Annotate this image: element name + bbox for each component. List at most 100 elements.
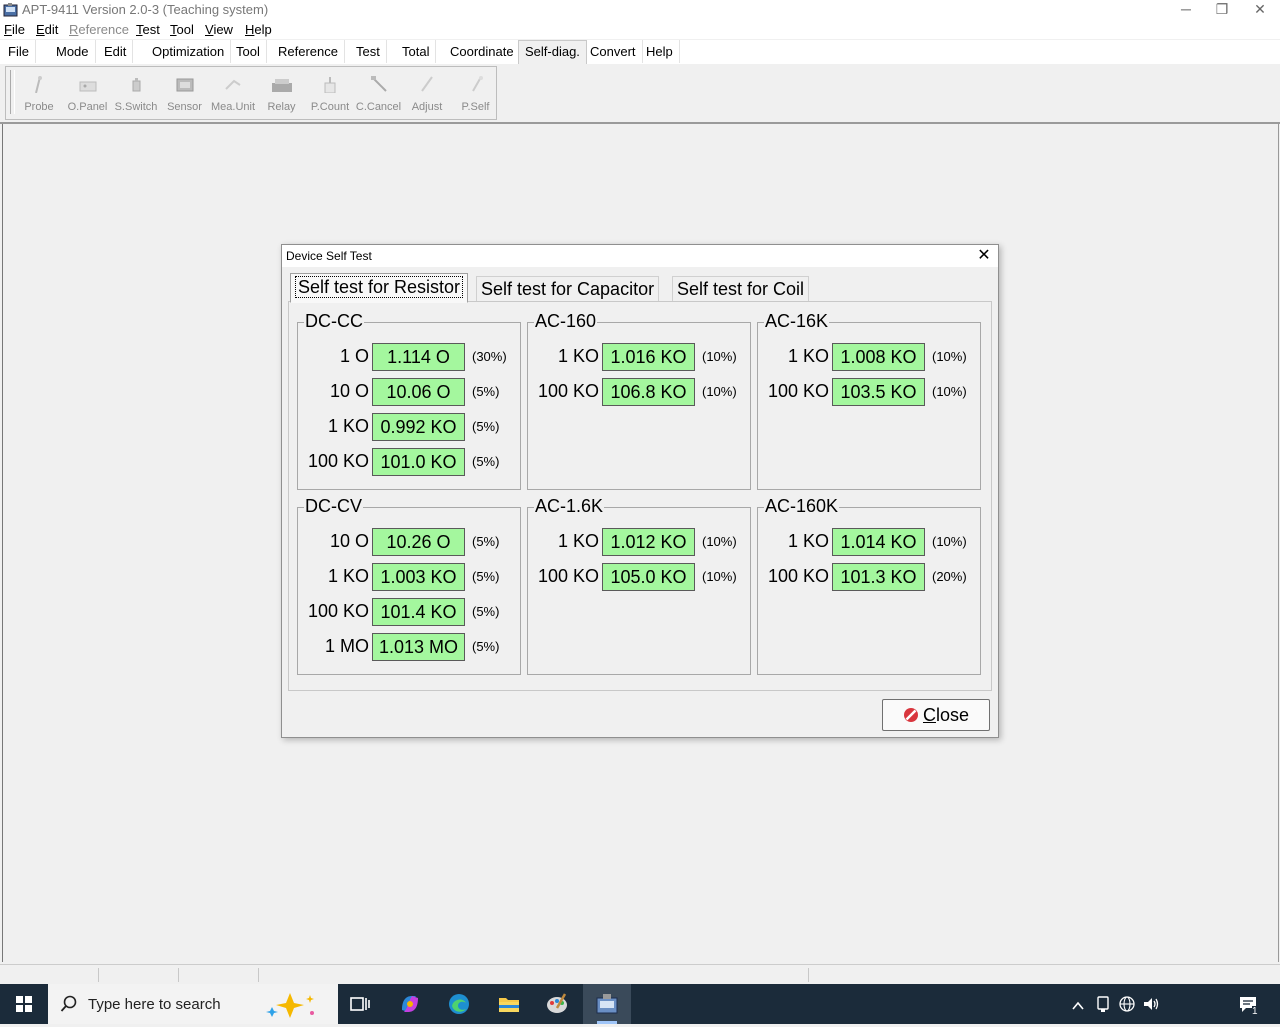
measured-value: 106.8 KO <box>602 378 695 406</box>
measurement-row: 1 KO 1.014 KO (10%) <box>758 528 980 556</box>
toolbar-label: O.Panel <box>67 101 108 113</box>
menu-view[interactable]: View <box>205 22 233 37</box>
measurement-row: 100 KO 101.4 KO (5%) <box>298 598 520 626</box>
measurement-row: 1 KO 0.992 KO (5%) <box>298 413 520 441</box>
tolerance-label: (10%) <box>702 349 737 364</box>
minimize-button[interactable]: ─ <box>1166 0 1206 20</box>
apt-app-taskbar-icon[interactable] <box>595 992 619 1016</box>
measured-value: 10.26 O <box>372 528 465 556</box>
measured-value: 1.016 KO <box>602 343 695 371</box>
toolbar-o-panel-button[interactable]: O.Panel <box>64 71 112 117</box>
measured-value: 103.5 KO <box>832 378 925 406</box>
measurement-row: 1 KO 1.016 KO (10%) <box>528 343 750 371</box>
relay-icon <box>271 79 292 92</box>
menu-file[interactable]: File <box>4 22 25 37</box>
nominal-label: 1 MO <box>324 636 369 656</box>
paint-app-icon[interactable] <box>545 992 569 1016</box>
measurement-row: 10 O 10.06 O (5%) <box>298 378 520 406</box>
measured-value: 105.0 KO <box>602 563 695 591</box>
toolbar-c-cancel-button[interactable]: C.Cancel <box>355 71 403 117</box>
ribbon-tab-reference[interactable]: Reference <box>272 40 345 63</box>
toolbar-s-switch-button[interactable]: S.Switch <box>112 71 160 117</box>
menu-tool[interactable]: Tool <box>170 22 194 37</box>
probe-count-icon <box>324 77 336 93</box>
measurement-row: 1 KO 1.003 KO (5%) <box>298 563 520 591</box>
toolbar-relay-button[interactable]: Relay <box>258 71 306 117</box>
toolbar-label: Adjust <box>411 101 443 113</box>
resistor-tab-panel: DC-CC 1 O 1.114 O (30%) 10 O 10.06 O (5%) 1 KO 0… <box>288 301 992 691</box>
toolbar-label: Sensor <box>167 101 202 113</box>
toolbar-adjust-button[interactable]: Adjust <box>403 71 451 117</box>
nominal-label: 1 O <box>339 346 369 366</box>
ribbon-tab-coordinate[interactable]: Coordinate <box>444 40 521 63</box>
measured-value: 1.114 O <box>372 343 465 371</box>
ribbon-tab-convert[interactable]: Convert <box>584 40 643 63</box>
ribbon-tab-optimization[interactable]: Optimization <box>146 40 232 63</box>
ribbon-tab-edit[interactable]: Edit <box>98 40 134 63</box>
copilot-icon[interactable] <box>398 992 422 1016</box>
restore-button[interactable]: ❐ <box>1202 0 1242 20</box>
nominal-label: 100 KO <box>537 381 599 401</box>
measured-value: 101.3 KO <box>832 563 925 591</box>
toolbar-label: Probe <box>24 101 54 113</box>
network-globe-icon[interactable] <box>1118 994 1136 1014</box>
ribbon-tab-total[interactable]: Total <box>396 40 437 63</box>
dialog-close-icon[interactable]: ✕ <box>974 246 994 266</box>
tab-coil[interactable]: Self test for Coil <box>672 276 810 301</box>
measurement-row: 1 KO 1.008 KO (10%) <box>758 343 980 371</box>
toolbar-p-self-button[interactable]: P.Self <box>452 71 500 117</box>
status-bar <box>0 964 1280 985</box>
ribbon-tab-test[interactable]: Test <box>350 40 387 63</box>
volume-icon[interactable] <box>1142 994 1160 1014</box>
toolbar-mea-unit-button[interactable]: Mea.Unit <box>209 71 257 117</box>
status-separator <box>98 968 99 982</box>
measured-value: 1.003 KO <box>372 563 465 591</box>
tolerance-label: (10%) <box>932 534 967 549</box>
ribbon-tab-help[interactable]: Help <box>640 40 680 63</box>
toolbar-probe-button[interactable]: Probe <box>15 71 63 117</box>
measured-value: 101.0 KO <box>372 448 465 476</box>
file-explorer-icon[interactable] <box>497 992 521 1016</box>
measurement-row: 1 MO 1.013 MO (5%) <box>298 633 520 661</box>
menu-reference[interactable]: Reference <box>69 22 129 37</box>
ribbon-tab-tool[interactable]: Tool <box>230 40 267 63</box>
measurement-row: 1 KO 1.012 KO (10%) <box>528 528 750 556</box>
ribbon-tab-file[interactable]: File <box>2 40 36 63</box>
tolerance-label: (5%) <box>472 569 500 584</box>
tolerance-label: (5%) <box>472 534 500 549</box>
sensor-icon <box>176 78 193 92</box>
menu-edit[interactable]: Edit <box>36 22 58 37</box>
search-icon <box>60 995 77 1012</box>
toolbar-p-count-button[interactable]: P.Count <box>306 71 354 117</box>
ribbon-tab-mode[interactable]: Mode <box>50 40 96 63</box>
tolerance-label: (10%) <box>702 384 737 399</box>
chevron-up-icon[interactable] <box>1070 996 1086 1016</box>
sparkle-icon <box>266 993 314 1018</box>
group-title: DC-CV <box>304 496 363 517</box>
tolerance-label: (30%) <box>472 349 507 364</box>
menu-test[interactable]: Test <box>136 22 160 37</box>
nominal-label: 100 KO <box>307 601 369 621</box>
nominal-label: 100 KO <box>537 566 599 586</box>
edge-browser-icon[interactable] <box>447 992 471 1016</box>
nominal-label: 1 KO <box>327 416 369 436</box>
group-title: DC-CC <box>304 311 364 332</box>
nominal-label: 1 KO <box>787 531 829 551</box>
measure-unit-icon <box>225 79 241 90</box>
nominal-label: 10 O <box>329 381 369 401</box>
measurement-row: 100 KO 103.5 KO (10%) <box>758 378 980 406</box>
task-view-icon[interactable] <box>348 992 372 1016</box>
window-close-button[interactable]: ✕ <box>1240 0 1280 20</box>
tab-resistor[interactable]: Self test for Resistor <box>290 273 469 303</box>
tolerance-label: (20%) <box>932 569 967 584</box>
cancel-icon <box>370 76 387 92</box>
tab-capacitor[interactable]: Self test for Capacitor <box>476 276 660 301</box>
taskbar-search-box[interactable]: Type here to search <box>48 984 338 1024</box>
toolbar-sensor-button[interactable]: Sensor <box>161 71 209 117</box>
menu-help[interactable]: Help <box>245 22 272 37</box>
ribbon-tab-self-diag[interactable]: Self-diag. <box>518 40 587 65</box>
group-title: AC-1.6K <box>534 496 605 517</box>
close-button[interactable]: Close <box>882 699 990 731</box>
start-button[interactable] <box>0 984 48 1024</box>
device-icon[interactable] <box>1095 994 1111 1014</box>
